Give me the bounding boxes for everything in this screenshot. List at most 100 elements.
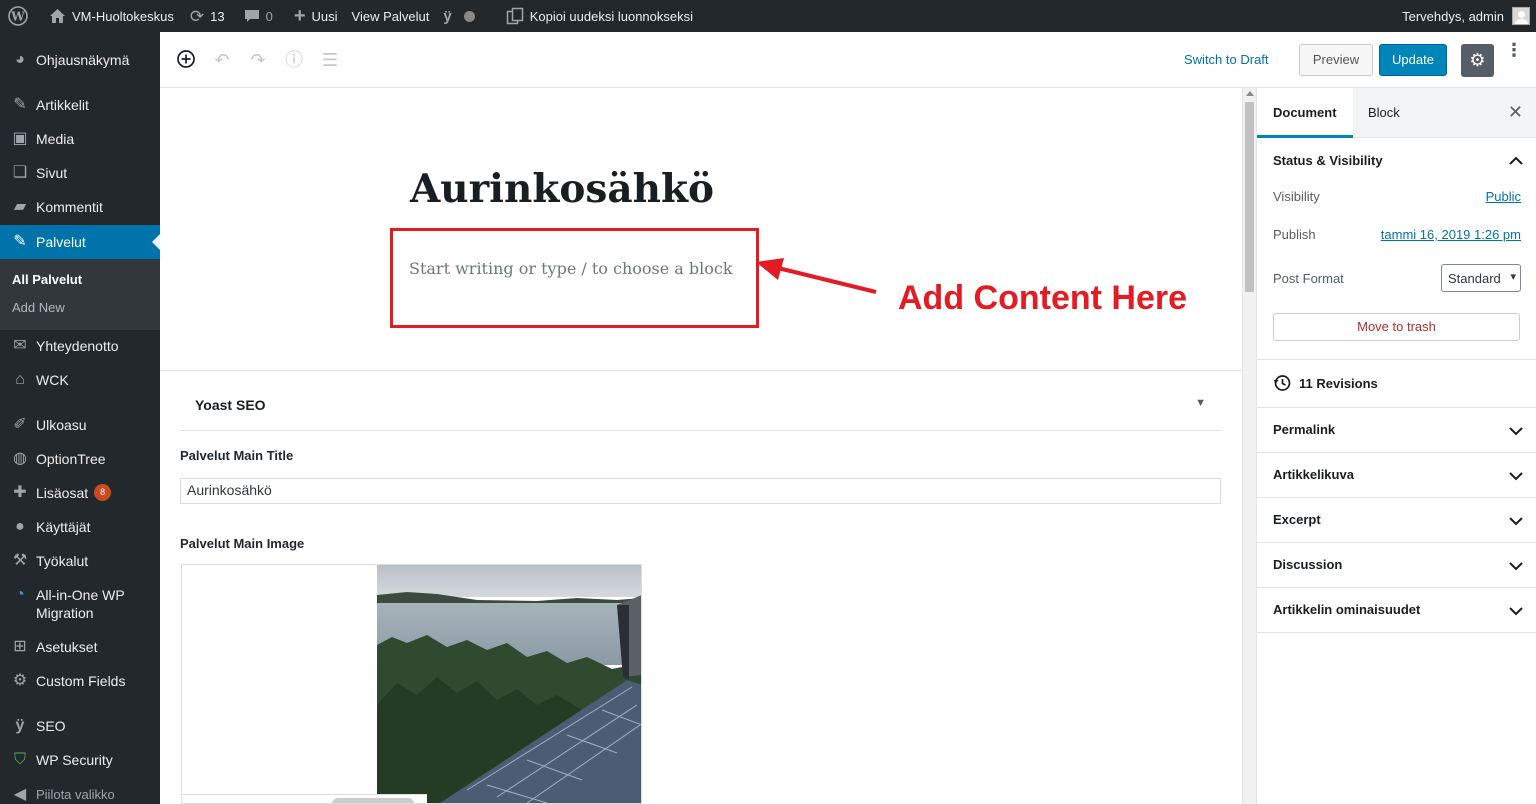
more-options-button[interactable]: ⋮ bbox=[1505, 41, 1523, 59]
post-attributes-title: Artikkelin ominaisuudet bbox=[1273, 602, 1421, 617]
sidebar-item-label: All-in-One WP Migration bbox=[36, 587, 125, 621]
sidebar-item-optiontree[interactable]: ◍ OptionTree bbox=[0, 450, 160, 474]
submenu-all-palvelut[interactable]: All Palvelut bbox=[12, 272, 82, 287]
editor-content: Aurinkosähkö Start writing or type / to … bbox=[160, 88, 1242, 804]
comments-link[interactable]: 0 bbox=[232, 0, 280, 32]
chevron-down-icon bbox=[1509, 424, 1523, 438]
excerpt-panel[interactable]: Excerpt bbox=[1257, 498, 1536, 543]
move-to-trash-button[interactable]: Move to trash bbox=[1273, 313, 1520, 341]
sidebar-item-users[interactable]: ● Käyttäjät bbox=[0, 518, 160, 542]
sidebar-item-contact[interactable]: ✉ Yhteydenotto bbox=[0, 337, 160, 361]
yoast-seo-panel[interactable]: Yoast SEO ▼ bbox=[180, 383, 1222, 431]
block-navigation-icon[interactable]: ☰ bbox=[319, 49, 341, 71]
migration-icon: ◔ bbox=[15, 586, 25, 603]
sidebar-item-label: Käyttäjät bbox=[36, 519, 91, 535]
sidebar-item-custom-fields[interactable]: ⚙ Custom Fields bbox=[0, 672, 160, 696]
main-image-field[interactable] bbox=[181, 564, 642, 804]
svg-text:W: W bbox=[10, 10, 25, 24]
plus-icon: + bbox=[293, 5, 306, 27]
chevron-up-icon[interactable] bbox=[1509, 154, 1523, 168]
sidebar-item-appearance[interactable]: ✐ Ulkoasu bbox=[0, 416, 160, 440]
pushpin-icon: ✎ bbox=[13, 96, 27, 113]
permalink-title: Permalink bbox=[1273, 422, 1336, 437]
visibility-link[interactable]: Public bbox=[1486, 189, 1521, 204]
vertical-ellipsis-icon: ⋮ bbox=[1505, 40, 1523, 60]
sidebar-item-plugins[interactable]: ✚ Lisäosat 8 bbox=[0, 484, 160, 508]
post-title[interactable]: Aurinkosähkö bbox=[410, 166, 714, 212]
comment-icon: ▰ bbox=[13, 198, 27, 215]
tab-document[interactable]: Document bbox=[1273, 105, 1337, 120]
new-content-link[interactable]: + Uusi bbox=[280, 0, 345, 32]
featured-image-title: Artikkelikuva bbox=[1273, 467, 1354, 482]
view-link[interactable]: View Palvelut bbox=[345, 0, 437, 32]
redo-icon[interactable]: ↷ bbox=[247, 49, 269, 71]
revisions-panel[interactable]: 11 Revisions bbox=[1257, 360, 1536, 408]
duplicate-draft-link[interactable]: Kopioi uudeksi luonnokseksi bbox=[482, 0, 700, 32]
sidebar-item-wck[interactable]: ⌂ WCK bbox=[0, 371, 160, 395]
user-icon: ● bbox=[15, 518, 25, 535]
main-title-input[interactable]: Aurinkosähkö bbox=[180, 478, 1221, 504]
status-visibility-title[interactable]: Status & Visibility bbox=[1273, 153, 1383, 168]
yoast-menu[interactable]: ÿ bbox=[436, 0, 481, 32]
settings-sliders-icon: ⊞ bbox=[13, 638, 27, 655]
chevron-down-icon bbox=[1509, 559, 1523, 573]
gear-icon: ⚙ bbox=[1469, 50, 1486, 70]
permalink-panel[interactable]: Permalink bbox=[1257, 408, 1536, 453]
sidebar-item-label: Ohjausnäkymä bbox=[36, 52, 130, 68]
optiontree-icon: ◍ bbox=[13, 450, 27, 467]
sidebar-item-pages[interactable]: ❏ Sivut bbox=[0, 164, 160, 188]
close-icon[interactable]: ✕ bbox=[1508, 102, 1523, 122]
brush-icon: ✐ bbox=[13, 416, 27, 433]
featured-image-panel[interactable]: Artikkelikuva bbox=[1257, 453, 1536, 498]
update-button[interactable]: Update bbox=[1379, 44, 1447, 76]
settings-gear-button[interactable]: ⚙ bbox=[1461, 44, 1494, 77]
scroll-up-icon[interactable] bbox=[1246, 91, 1254, 96]
sidebar-item-settings[interactable]: ⊞ Asetukset bbox=[0, 638, 160, 662]
sidebar-item-comments[interactable]: ▰ Kommentit bbox=[0, 198, 160, 222]
sidebar-item-palvelut[interactable]: ✎ Palvelut bbox=[0, 225, 160, 259]
sidebar-item-posts[interactable]: ✎ Artikkelit bbox=[0, 96, 160, 120]
scrollbar-thumb[interactable] bbox=[1245, 102, 1254, 292]
sidebar-item-seo[interactable]: ÿ SEO bbox=[0, 717, 160, 741]
admin-bar: W VM-Huoltokeskus ⟳ 13 0 + Uusi View Pal… bbox=[0, 0, 1536, 32]
chevron-down-icon bbox=[1509, 604, 1523, 618]
info-icon[interactable]: ⓘ bbox=[283, 49, 305, 71]
sidebar-item-dashboard[interactable]: ◕ Ohjausnäkymä bbox=[0, 51, 160, 75]
main-image-preview bbox=[377, 565, 641, 803]
sidebar-item-label: WP Security bbox=[36, 752, 113, 768]
submenu-add-new[interactable]: Add New bbox=[12, 300, 65, 315]
updates-link[interactable]: ⟳ 13 bbox=[181, 0, 232, 32]
wordpress-logo-button[interactable]: W bbox=[0, 0, 35, 32]
sidebar-item-media[interactable]: ▣ Media bbox=[0, 130, 160, 154]
switch-to-draft-button[interactable]: Switch to Draft bbox=[1184, 52, 1269, 67]
publish-date-link[interactable]: tammi 16, 2019 1:26 pm bbox=[1381, 227, 1521, 242]
media-icon: ▣ bbox=[12, 130, 28, 147]
sidebar-item-label: Artikkelit bbox=[36, 97, 89, 113]
avatar bbox=[1512, 7, 1530, 25]
image-control[interactable] bbox=[332, 798, 414, 803]
undo-icon[interactable]: ↶ bbox=[211, 49, 233, 71]
sidebar-item-label: Asetukset bbox=[36, 639, 98, 655]
sidebar-item-label: Piilota valikko bbox=[36, 787, 115, 802]
gear-icon: ⚙ bbox=[12, 672, 28, 689]
sidebar-item-tools[interactable]: ⚒ Työkalut bbox=[0, 552, 160, 576]
caret-down-icon[interactable]: ▼ bbox=[1195, 397, 1206, 409]
publish-label: Publish bbox=[1273, 227, 1316, 242]
divider bbox=[160, 370, 1242, 371]
chevron-down-icon bbox=[1509, 469, 1523, 483]
preview-button[interactable]: Preview bbox=[1299, 44, 1373, 76]
post-attributes-panel[interactable]: Artikkelin ominaisuudet bbox=[1257, 588, 1536, 633]
post-format-select[interactable]: Standard bbox=[1441, 264, 1521, 292]
pushpin-icon: ✎ bbox=[13, 233, 27, 250]
sidebar-item-security[interactable]: ⛉ WP Security bbox=[0, 751, 160, 775]
editor-scrollbar[interactable] bbox=[1242, 88, 1256, 804]
main-title-label: Palvelut Main Title bbox=[180, 448, 294, 463]
add-block-icon[interactable] bbox=[175, 49, 197, 71]
sidebar-item-migration[interactable]: ◔ All-in-One WP Migration bbox=[0, 586, 160, 630]
discussion-panel[interactable]: Discussion bbox=[1257, 543, 1536, 588]
site-name-link[interactable]: VM-Huoltokeskus bbox=[35, 0, 181, 32]
plugins-icon: ✚ bbox=[13, 484, 27, 501]
tab-block[interactable]: Block bbox=[1368, 105, 1400, 120]
account-menu[interactable]: Tervehdys, admin bbox=[1395, 0, 1536, 32]
collapse-menu-button[interactable]: ◀ Piilota valikko bbox=[0, 786, 160, 804]
